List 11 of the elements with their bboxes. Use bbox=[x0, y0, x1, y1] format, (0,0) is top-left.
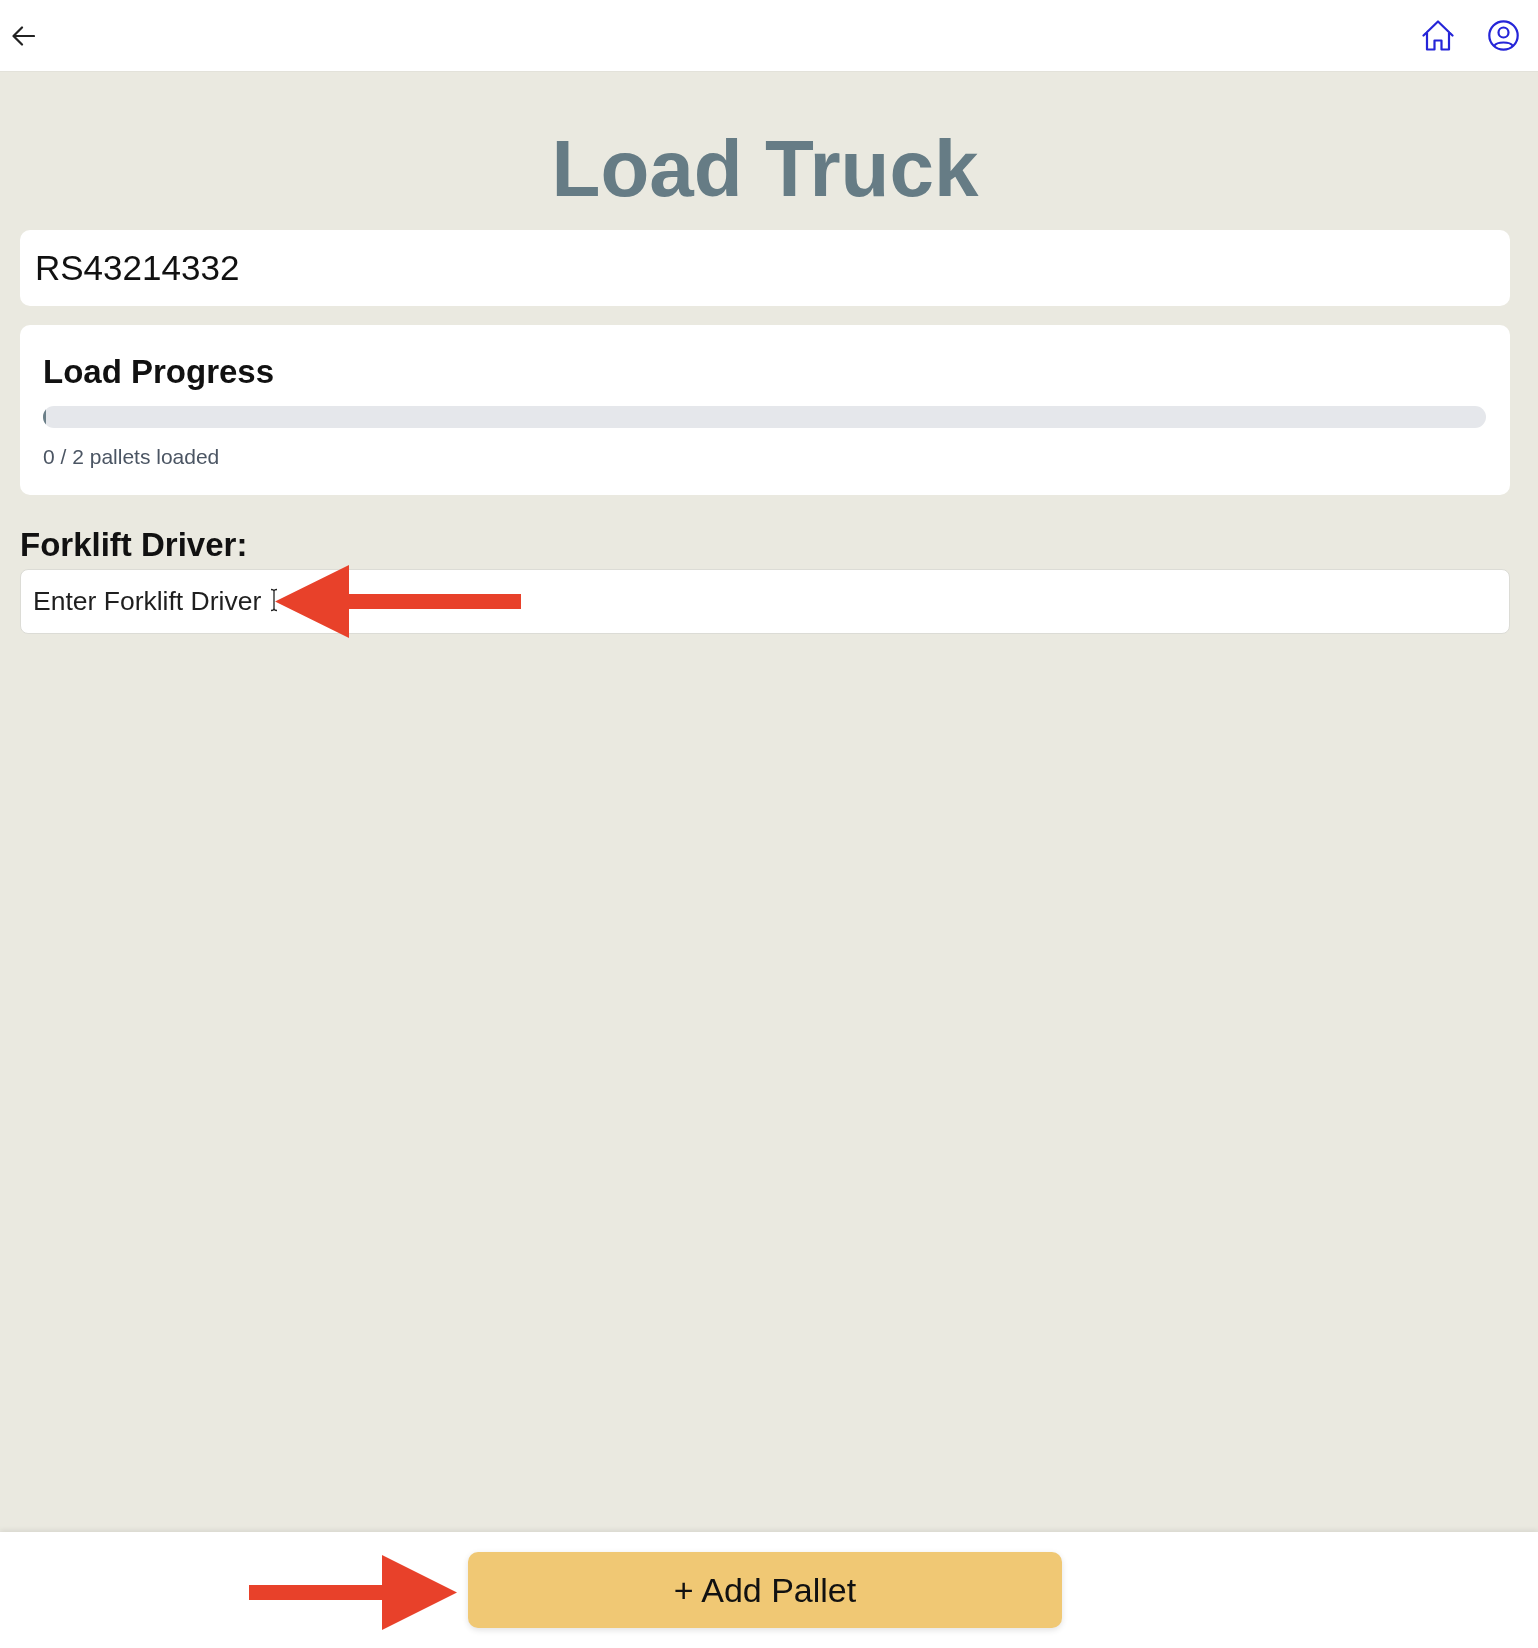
card-title: Load Progress bbox=[43, 352, 275, 392]
progress-caption: 0 / 2 pallets loaded bbox=[43, 444, 220, 470]
back-arrow-icon[interactable] bbox=[12, 25, 35, 46]
add-pallet-button[interactable]: + Add Pallet bbox=[468, 1552, 1062, 1628]
page-title: Load Truck bbox=[551, 123, 979, 215]
field-label: Forklift Driver: bbox=[20, 525, 248, 565]
text-cursor-icon bbox=[270, 588, 278, 612]
home-icon[interactable] bbox=[1422, 20, 1454, 51]
forklift-driver-input[interactable]: Enter Forklift Driver bbox=[20, 569, 1510, 634]
user-account-icon[interactable] bbox=[1488, 20, 1519, 51]
order-number-field: RS43214332 bbox=[20, 230, 1510, 306]
